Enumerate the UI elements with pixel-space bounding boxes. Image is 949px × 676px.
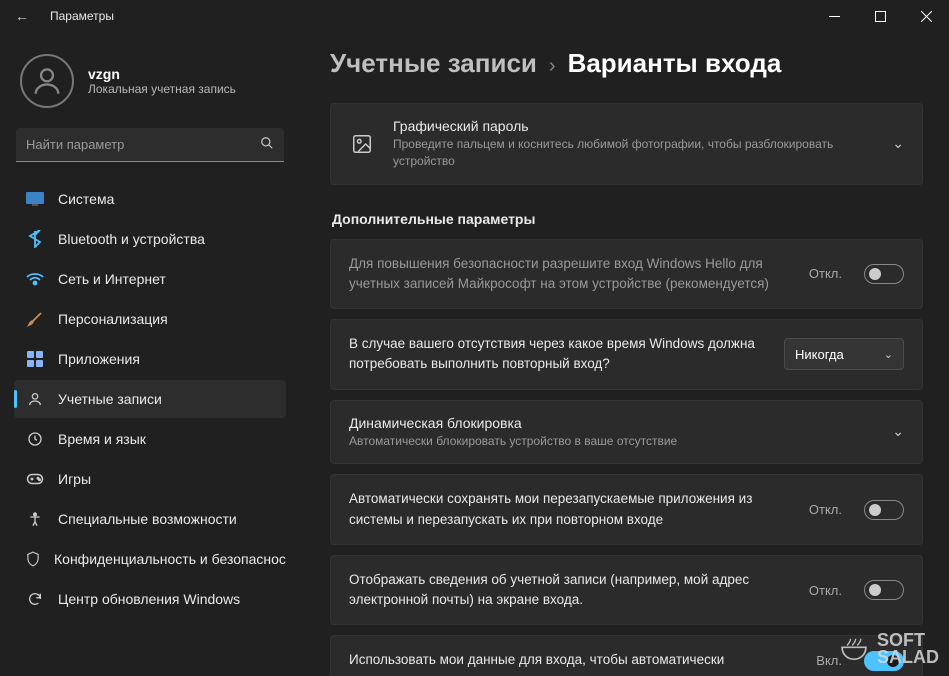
setting-text: Использовать мои данные для входа, чтобы… [349,650,802,670]
reauth-setting: В случае вашего отсутствия через какое в… [330,319,923,390]
shield-icon [26,550,40,568]
bluetooth-icon [26,230,44,248]
setting-text: Автоматически сохранять мои перезапускае… [349,489,795,530]
restart-apps-toggle[interactable] [864,500,904,520]
nav-apps[interactable]: Приложения [14,340,286,378]
card-title: Динамическая блокировка [349,415,874,431]
search-input[interactable] [26,137,260,152]
setting-text: Отображать сведения об учетной записи (н… [349,570,795,611]
update-icon [26,590,44,608]
clock-icon [26,430,44,448]
chevron-down-icon: ⌄ [892,135,904,152]
nav-accounts[interactable]: Учетные записи [14,380,286,418]
main-content: Учетные записи › Варианты входа Графичес… [300,32,949,676]
nav-bluetooth[interactable]: Bluetooth и устройства [14,220,286,258]
window-title: Параметры [50,9,114,23]
chevron-right-icon: › [549,55,556,78]
nav-list: Система Bluetooth и устройства Сеть и Ин… [8,180,292,618]
toggle-state-label: Откл. [809,583,842,598]
picture-icon [349,133,375,155]
nav-label: Специальные возможности [58,511,237,527]
chevron-down-icon: ⌄ [892,423,904,440]
accessibility-icon [26,510,44,528]
reauth-dropdown[interactable]: Никогда ⌄ [784,338,904,370]
breadcrumb-parent[interactable]: Учетные записи [330,48,537,79]
show-account-setting: Отображать сведения об учетной записи (н… [330,555,923,626]
breadcrumb: Учетные записи › Варианты входа [330,48,923,79]
card-subtitle: Автоматически блокировать устройство в в… [349,433,874,450]
show-account-toggle[interactable] [864,580,904,600]
setting-text: Для повышения безопасности разрешите вхо… [349,254,795,295]
sidebar: vzgn Локальная учетная запись Система Bl… [0,32,300,676]
dropdown-value: Никогда [795,347,844,362]
nav-time-language[interactable]: Время и язык [14,420,286,458]
windows-hello-toggle[interactable] [864,264,904,284]
restart-apps-setting: Автоматически сохранять мои перезапускае… [330,474,923,545]
dynamic-lock-card[interactable]: Динамическая блокировка Автоматически бл… [330,400,923,465]
use-signin-info-setting: Использовать мои данные для входа, чтобы… [330,635,923,676]
section-additional-title: Дополнительные параметры [332,211,923,227]
nav-label: Сеть и Интернет [58,271,166,287]
maximize-button[interactable] [857,0,903,32]
nav-label: Игры [58,471,91,487]
setting-text: В случае вашего отсутствия через какое в… [349,334,770,375]
toggle-state-label: Откл. [809,266,842,281]
card-subtitle: Проведите пальцем и коснитесь любимой фо… [393,136,874,170]
profile-name: vzgn [88,66,236,82]
nav-network[interactable]: Сеть и Интернет [14,260,286,298]
nav-label: Центр обновления Windows [58,591,240,607]
nav-label: Время и язык [58,431,146,447]
nav-label: Учетные записи [58,391,162,407]
nav-label: Bluetooth и устройства [58,231,205,247]
back-button[interactable]: ← [12,8,32,24]
search-box[interactable] [16,128,284,162]
search-icon [260,136,274,153]
person-icon [26,390,44,408]
wifi-icon [26,270,44,288]
avatar [20,54,74,108]
brush-icon [26,310,44,328]
display-icon [26,190,44,208]
nav-privacy[interactable]: Конфиденциальность и безопасность [14,540,286,578]
profile-subtitle: Локальная учетная запись [88,82,236,96]
chevron-down-icon: ⌄ [884,348,893,361]
nav-windows-update[interactable]: Центр обновления Windows [14,580,286,618]
nav-personalization[interactable]: Персонализация [14,300,286,338]
card-title: Графический пароль [393,118,874,134]
nav-label: Персонализация [58,311,168,327]
minimize-button[interactable] [811,0,857,32]
watermark: SOFT SALAD [837,632,939,666]
apps-icon [26,350,44,368]
nav-label: Приложения [58,351,140,367]
nav-system[interactable]: Система [14,180,286,218]
gamepad-icon [26,470,44,488]
toggle-state-label: Откл. [809,502,842,517]
nav-gaming[interactable]: Игры [14,460,286,498]
profile-block[interactable]: vzgn Локальная учетная запись [8,40,292,128]
bowl-icon [837,637,871,661]
close-button[interactable] [903,0,949,32]
nav-label: Конфиденциальность и безопасность [54,551,286,567]
nav-label: Система [58,191,114,207]
breadcrumb-current: Варианты входа [568,48,782,79]
picture-password-card[interactable]: Графический пароль Проведите пальцем и к… [330,103,923,185]
windows-hello-setting: Для повышения безопасности разрешите вхо… [330,239,923,310]
nav-accessibility[interactable]: Специальные возможности [14,500,286,538]
